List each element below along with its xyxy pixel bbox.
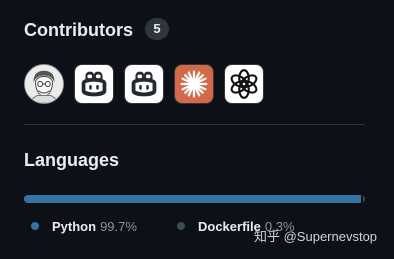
contributors-count-badge: 5	[145, 18, 169, 40]
contributor-avatar-3[interactable]	[124, 64, 164, 104]
contributors-title[interactable]: Contributors	[24, 21, 133, 39]
language-bar-segment-python[interactable]	[24, 195, 361, 203]
copilot-icon	[81, 71, 107, 97]
dockerfile-color-dot	[177, 222, 185, 230]
contributor-avatar-4[interactable]	[174, 64, 214, 104]
languages-title: Languages	[24, 150, 120, 170]
contributor-avatar-5[interactable]	[224, 64, 264, 104]
claude-asterisk-icon	[180, 70, 208, 98]
watermark-text: 知乎 @Supernevstop	[254, 229, 378, 244]
section-divider	[24, 124, 365, 125]
language-bar	[24, 195, 365, 203]
python-color-dot	[31, 222, 39, 230]
language-bar-segment-dockerfile[interactable]	[362, 195, 365, 203]
copilot-icon	[131, 71, 157, 97]
language-name: Dockerfile	[198, 219, 261, 234]
language-legend-python[interactable]: Python 99.7%	[31, 219, 137, 235]
contributor-avatar-1[interactable]	[24, 64, 64, 104]
person-sketch-avatar-icon	[25, 65, 63, 103]
language-name: Python	[52, 219, 97, 234]
openai-icon	[230, 69, 258, 99]
language-percent: 99.7%	[100, 219, 137, 234]
contributor-avatar-2[interactable]	[74, 64, 114, 104]
